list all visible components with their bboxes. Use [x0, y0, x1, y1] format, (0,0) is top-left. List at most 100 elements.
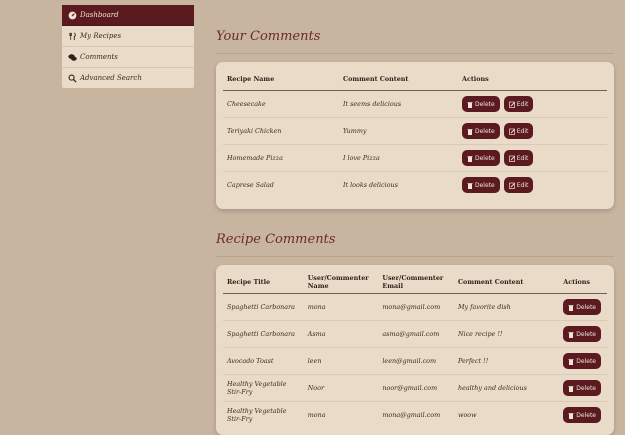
delete-label: Delete [576, 384, 596, 392]
comment-content: woow [457, 411, 477, 419]
table-row: Spaghetti Carbonara mona mona@gmail.com … [223, 294, 607, 321]
column-header: Recipe Title [227, 278, 271, 286]
edit-icon [508, 101, 515, 108]
actions-cell: Delete [559, 348, 607, 375]
recipe-comments-card: Recipe Title User/Commenter Name User/Co… [216, 265, 614, 435]
column-header: Comment Content [343, 75, 409, 83]
actions-cell: Delete [559, 375, 607, 402]
recipe-comments-table: Recipe Title User/Commenter Name User/Co… [223, 271, 607, 428]
comments-icon [68, 53, 77, 62]
section-divider [216, 53, 614, 54]
trash-icon [467, 101, 473, 108]
delete-label: Delete [576, 357, 596, 365]
actions-cell: Delete Edit [458, 145, 607, 172]
edit-button[interactable]: Edit [503, 177, 534, 193]
commenter-name: mona [307, 411, 326, 419]
your-comments-card: Recipe Name Comment Content Actions Chee… [216, 62, 614, 209]
sidebar-item-comments[interactable]: Comments [62, 47, 194, 68]
commenter-email: noor@gmail.com [382, 384, 438, 392]
comment-content: Perfect !! [457, 357, 489, 365]
recipe-title: Avocado Toast [227, 357, 274, 365]
trash-icon [568, 304, 574, 311]
trash-icon [568, 385, 574, 392]
actions-cell: Delete Edit [458, 91, 607, 118]
actions-cell: Delete Edit [458, 172, 607, 199]
comment-content: Nice recipe !! [457, 330, 503, 338]
commenter-email: mona@gmail.com [382, 411, 441, 419]
delete-button[interactable]: Delete [462, 96, 500, 112]
sidebar-item-dashboard[interactable]: Dashboard [62, 5, 194, 26]
comment-content: It seems delicious [343, 100, 402, 108]
actions-cell: Delete Edit [458, 118, 607, 145]
commenter-email: leen@gmail.com [382, 357, 437, 365]
delete-button[interactable]: Delete [563, 326, 601, 342]
column-header: User/Commenter Name [307, 274, 369, 290]
actions-cell: Delete [559, 294, 607, 321]
column-header: User/Commenter Email [382, 274, 444, 290]
edit-button[interactable]: Edit [503, 123, 534, 139]
edit-icon [508, 155, 515, 162]
comment-content: healthy and delicious [457, 384, 527, 392]
actions-cell: Delete [559, 321, 607, 348]
edit-button[interactable]: Edit [503, 96, 534, 112]
delete-button[interactable]: Delete [563, 380, 601, 396]
table-header-row: Recipe Name Comment Content Actions [223, 68, 607, 91]
edit-icon [508, 182, 515, 189]
commenter-email: mona@gmail.com [382, 303, 441, 311]
your-comments-title: Your Comments [216, 29, 321, 44]
edit-icon [508, 128, 515, 135]
recipe-title: Spaghetti Carbonara [227, 303, 295, 311]
comment-content: It looks delicious [343, 181, 398, 189]
edit-label: Edit [516, 181, 529, 189]
delete-button[interactable]: Delete [462, 123, 500, 139]
commenter-name: mona [307, 303, 326, 311]
recipe-name: Cheesecake [227, 100, 266, 108]
trash-icon [467, 182, 473, 189]
your-comments-table: Recipe Name Comment Content Actions Chee… [223, 68, 607, 198]
sidebar: Dashboard My Recipes Comments Advanced S… [62, 5, 194, 88]
comment-content: I love Pizza [343, 154, 380, 162]
delete-button[interactable]: Delete [462, 177, 500, 193]
delete-button[interactable]: Delete [462, 150, 500, 166]
recipe-title: Healthy Vegetable Stir-Fry [227, 407, 287, 423]
table-row: Healthy Vegetable Stir-Fry mona mona@gma… [223, 402, 607, 429]
commenter-email: asma@gmail.com [382, 330, 440, 338]
edit-label: Edit [516, 100, 529, 108]
column-header: Actions [462, 75, 489, 83]
commenter-name: Noor [307, 384, 325, 392]
delete-label: Delete [576, 303, 596, 311]
trash-icon [568, 331, 574, 338]
sidebar-item-label: My Recipes [80, 32, 122, 40]
delete-button[interactable]: Delete [563, 353, 601, 369]
edit-button[interactable]: Edit [503, 150, 534, 166]
recipe-title: Healthy Vegetable Stir-Fry [227, 380, 287, 396]
delete-label: Delete [576, 411, 596, 419]
column-header: Actions [563, 278, 591, 286]
delete-label: Delete [475, 181, 495, 189]
table-header-row: Recipe Title User/Commenter Name User/Co… [223, 271, 607, 294]
commenter-name: leen [307, 357, 322, 365]
sidebar-item-advanced-search[interactable]: Advanced Search [62, 68, 194, 88]
delete-button[interactable]: Delete [563, 407, 601, 423]
commenter-name: Asma [307, 330, 326, 338]
recipe-title: Spaghetti Carbonara [227, 330, 295, 338]
sidebar-item-my-recipes[interactable]: My Recipes [62, 26, 194, 47]
table-row: Avocado Toast leen leen@gmail.com Perfec… [223, 348, 607, 375]
recipe-comments-title: Recipe Comments [216, 232, 336, 247]
column-header: Recipe Name [227, 75, 275, 83]
sidebar-item-label: Comments [80, 53, 118, 61]
sidebar-item-label: Dashboard [80, 11, 119, 19]
section-divider [216, 256, 614, 257]
recipe-name: Caprese Salad [227, 181, 274, 189]
trash-icon [568, 412, 574, 419]
comment-content: Yummy [343, 127, 367, 135]
edit-label: Edit [516, 154, 529, 162]
utensils-icon [68, 32, 77, 41]
trash-icon [467, 155, 473, 162]
delete-label: Delete [475, 127, 495, 135]
edit-label: Edit [516, 127, 529, 135]
delete-button[interactable]: Delete [563, 299, 601, 315]
recipe-name: Teriyaki Chicken [227, 127, 282, 135]
trash-icon [467, 128, 473, 135]
comment-content: My favorite dish [457, 303, 511, 311]
